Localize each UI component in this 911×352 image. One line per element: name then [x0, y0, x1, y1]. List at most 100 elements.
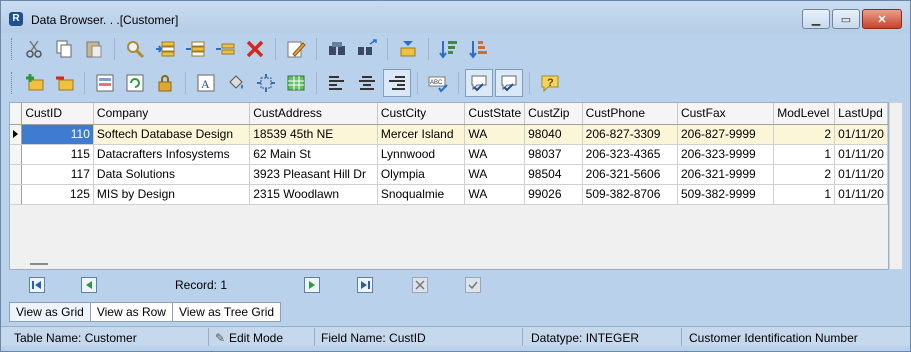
table-cell[interactable]: WA	[464, 184, 526, 205]
table-cell[interactable]: 110	[21, 124, 94, 145]
find-records-button[interactable]	[323, 35, 351, 63]
table-cell[interactable]: 18539 45th NE	[249, 124, 378, 145]
first-record-button[interactable]	[29, 277, 45, 293]
tab-view-as-tree-grid[interactable]: View as Tree Grid	[171, 302, 282, 322]
cancel-edit-button[interactable]	[412, 277, 428, 293]
align-right-button[interactable]	[383, 69, 411, 97]
table-cell[interactable]: 01/11/20	[834, 164, 888, 185]
insert-row-button[interactable]	[151, 35, 179, 63]
horizontal-scroll-thumb[interactable]	[30, 263, 48, 265]
table-cell[interactable]: 2315 Woodlawn	[249, 184, 378, 205]
table-cell[interactable]: 62 Main St	[249, 144, 378, 165]
column-header-custid[interactable]: CustID	[21, 103, 94, 125]
filter-button[interactable]	[394, 35, 422, 63]
copy-button[interactable]	[50, 35, 78, 63]
table-row[interactable]: 115 Datacrafters Infosystems 62 Main St …	[10, 144, 888, 165]
column-header-custphone[interactable]: CustPhone	[582, 103, 678, 125]
table-cell[interactable]: Olympia	[377, 164, 466, 185]
column-header-custaddress[interactable]: CustAddress	[249, 103, 378, 125]
column-header-custfax[interactable]: CustFax	[677, 103, 775, 125]
remove-record-button[interactable]	[50, 69, 78, 97]
row-indicator[interactable]	[10, 144, 23, 165]
tab-view-as-row[interactable]: View as Row	[89, 302, 172, 322]
table-cell[interactable]: 509-382-8706	[582, 184, 678, 205]
table-cell[interactable]: 206-827-3309	[582, 124, 678, 145]
last-record-button[interactable]	[357, 277, 373, 293]
column-header-custstate[interactable]: CustState	[464, 103, 526, 125]
sort-ascending-button[interactable]	[435, 35, 463, 63]
cut-button[interactable]	[20, 35, 48, 63]
spell-check-button[interactable]: ABC	[424, 69, 452, 97]
table-cell[interactable]: 206-321-9999	[677, 164, 775, 185]
lock-button[interactable]	[151, 69, 179, 97]
column-header-custcity[interactable]: CustCity	[377, 103, 466, 125]
sort-descending-button[interactable]	[465, 35, 493, 63]
validate-all-button[interactable]	[495, 69, 523, 97]
maximize-button[interactable]: ▭	[832, 9, 860, 29]
table-cell[interactable]: 01/11/20	[834, 184, 888, 205]
table-cell[interactable]: 01/11/20	[834, 124, 888, 145]
next-record-button[interactable]	[304, 277, 320, 293]
table-cell[interactable]: WA	[464, 164, 526, 185]
table-cell[interactable]: Datacrafters Infosystems	[93, 144, 251, 165]
table-cell[interactable]: 117	[21, 164, 94, 185]
minimize-button[interactable]: ▁	[802, 9, 830, 29]
table-cell[interactable]: 206-321-5606	[582, 164, 678, 185]
fit-columns-button[interactable]	[252, 69, 280, 97]
grid-layout-button[interactable]	[282, 69, 310, 97]
help-button[interactable]: ?	[536, 69, 564, 97]
table-cell[interactable]: 3923 Pleasant Hill Dr	[249, 164, 378, 185]
column-header-modlevel[interactable]: ModLevel	[773, 103, 836, 125]
edit-button[interactable]	[282, 35, 310, 63]
table-cell[interactable]: Snoqualmie	[377, 184, 466, 205]
table-cell[interactable]: 206-323-9999	[677, 144, 775, 165]
find-next-button[interactable]	[353, 35, 381, 63]
table-cell[interactable]: 206-827-9999	[677, 124, 775, 145]
post-edit-button[interactable]	[465, 277, 481, 293]
table-cell[interactable]: 01/11/20	[834, 144, 888, 165]
table-cell[interactable]: Lynnwood	[377, 144, 466, 165]
delete-row-button[interactable]	[211, 35, 239, 63]
table-cell[interactable]: 98504	[524, 164, 583, 185]
table-row[interactable]: 125 MIS by Design 2315 Woodlawn Snoqualm…	[10, 184, 888, 205]
previous-record-button[interactable]	[81, 277, 97, 293]
add-record-button[interactable]	[20, 69, 48, 97]
table-cell[interactable]: 509-382-9999	[677, 184, 775, 205]
find-button[interactable]	[121, 35, 149, 63]
table-cell[interactable]: Softech Database Design	[93, 124, 251, 145]
align-left-button[interactable]	[323, 69, 351, 97]
vertical-scrollbar[interactable]	[889, 102, 903, 270]
table-row[interactable]: 110 Softech Database Design 18539 45th N…	[10, 124, 888, 145]
form-view-button[interactable]	[91, 69, 119, 97]
table-cell[interactable]: MIS by Design	[93, 184, 251, 205]
table-cell[interactable]: 206-323-4365	[582, 144, 678, 165]
column-header-custzip[interactable]: CustZip	[524, 103, 583, 125]
align-center-button[interactable]	[353, 69, 381, 97]
table-cell[interactable]: 1	[773, 184, 836, 205]
table-cell[interactable]: 115	[21, 144, 94, 165]
toolbar-grip-2[interactable]	[11, 72, 14, 94]
table-cell[interactable]: WA	[464, 144, 526, 165]
table-cell[interactable]: WA	[464, 124, 526, 145]
column-header-lastupd[interactable]: LastUpd	[834, 103, 888, 125]
table-cell[interactable]: 125	[21, 184, 94, 205]
close-button[interactable]: ✕	[862, 9, 902, 29]
toolbar-grip[interactable]	[11, 38, 14, 60]
table-cell[interactable]: 2	[773, 164, 836, 185]
fill-color-button[interactable]	[222, 69, 250, 97]
table-cell[interactable]: 2	[773, 124, 836, 145]
refresh-button[interactable]	[121, 69, 149, 97]
delete-button[interactable]	[241, 35, 269, 63]
font-button[interactable]: A	[192, 69, 220, 97]
column-header-company[interactable]: Company	[93, 103, 251, 125]
paste-button[interactable]	[80, 35, 108, 63]
current-row-indicator[interactable]	[10, 124, 23, 145]
row-indicator[interactable]	[10, 184, 23, 205]
append-row-button[interactable]	[181, 35, 209, 63]
table-cell[interactable]: 99026	[524, 184, 583, 205]
table-cell[interactable]: Data Solutions	[93, 164, 251, 185]
data-grid[interactable]: CustID Company CustAddress CustCity Cust…	[9, 102, 889, 270]
table-cell[interactable]: 98040	[524, 124, 583, 145]
row-indicator[interactable]	[10, 164, 23, 185]
table-cell[interactable]: Mercer Island	[377, 124, 466, 145]
